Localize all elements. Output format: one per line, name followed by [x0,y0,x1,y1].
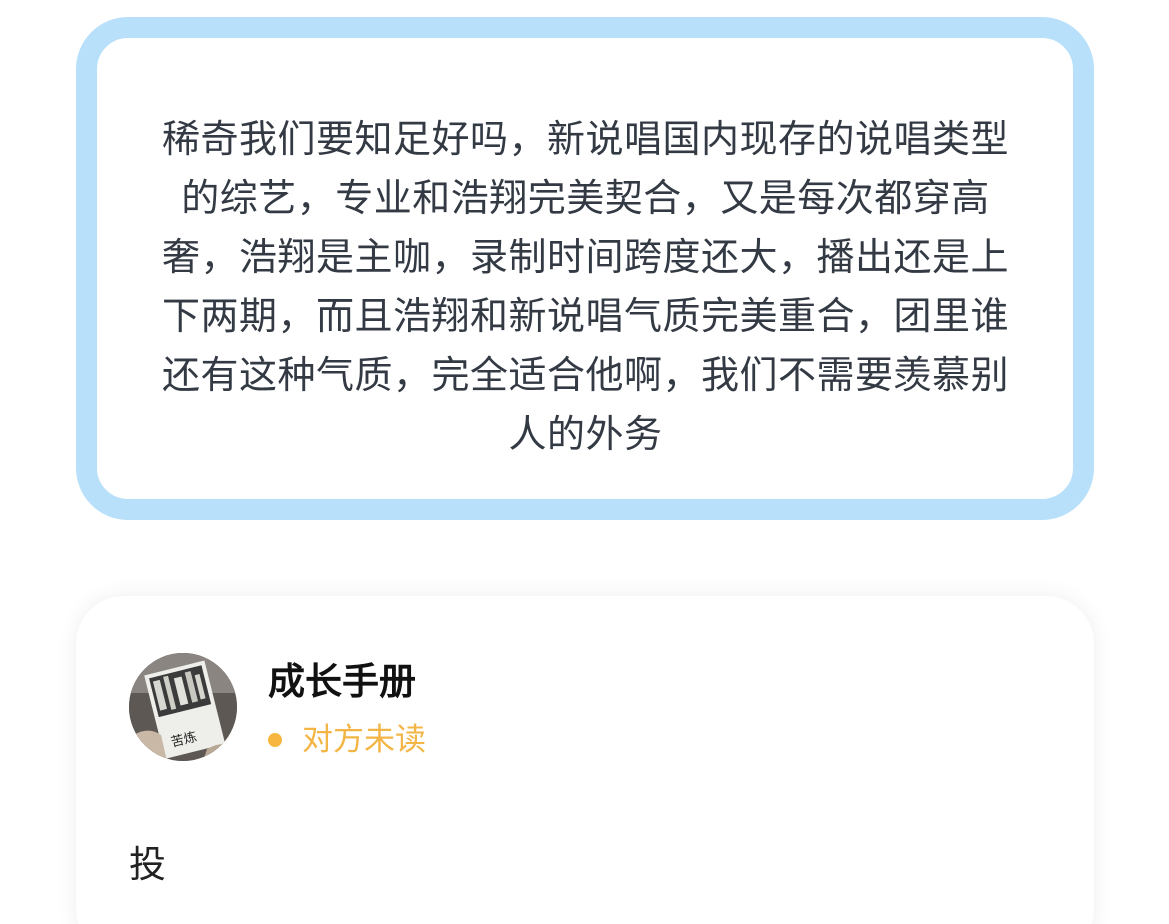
user-name[interactable]: 成长手册 [268,660,416,704]
page: 稀奇我们要知足好吗，新说唱国内现存的说唱类型的综艺，专业和浩翔完美契合，又是每次… [0,0,1169,924]
reply-card[interactable]: 苦炼 成长手册 对方未读 投 [76,596,1094,924]
status-text: 对方未读 [302,722,426,758]
reply-message: 投 [129,843,166,886]
read-status: 对方未读 [268,720,426,760]
unread-dot-icon [268,733,282,747]
book-photo-avatar-icon: 苦炼 [129,653,237,761]
quote-card: 稀奇我们要知足好吗，新说唱国内现存的说唱类型的综艺，专业和浩翔完美契合，又是每次… [76,17,1094,520]
quote-text: 稀奇我们要知足好吗，新说唱国内现存的说唱类型的综艺，专业和浩翔完美契合，又是每次… [161,117,1009,456]
avatar[interactable]: 苦炼 [129,653,237,761]
